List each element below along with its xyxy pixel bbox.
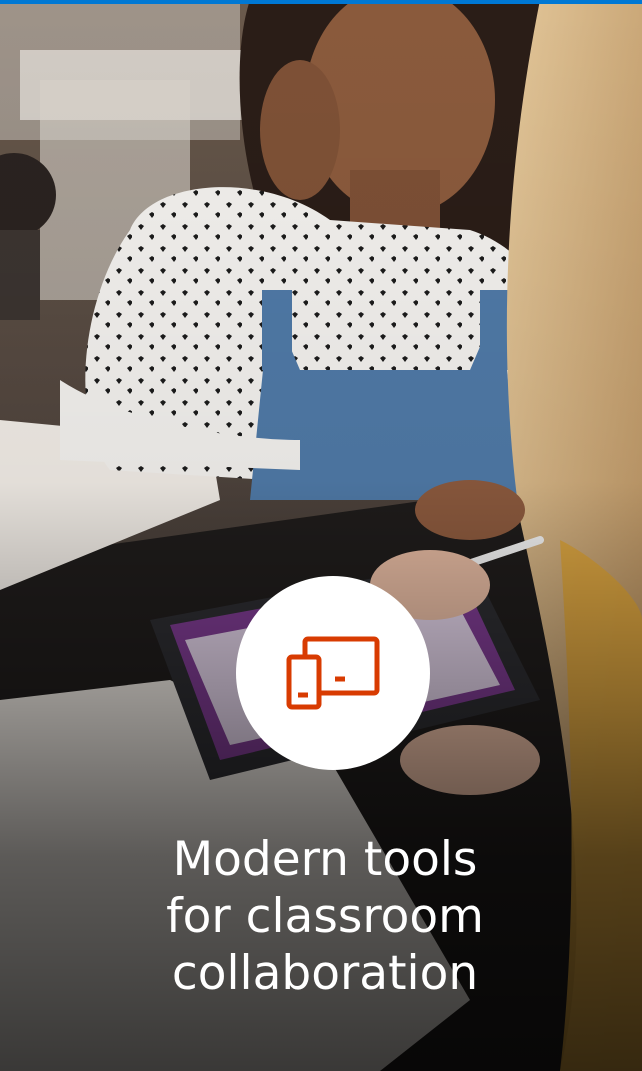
headline-line-1: Modern tools xyxy=(172,832,478,888)
top-accent-bar xyxy=(0,0,642,4)
promo-card: Modern tools for classroom collaboration xyxy=(0,0,642,1071)
headline-line-3: collaboration xyxy=(171,946,479,1002)
headline: Modern tools for classroom collaboration xyxy=(60,831,590,1002)
devices-icon xyxy=(286,636,380,710)
headline-line-2: for classroom xyxy=(166,889,484,945)
devices-icon-badge xyxy=(236,576,430,770)
